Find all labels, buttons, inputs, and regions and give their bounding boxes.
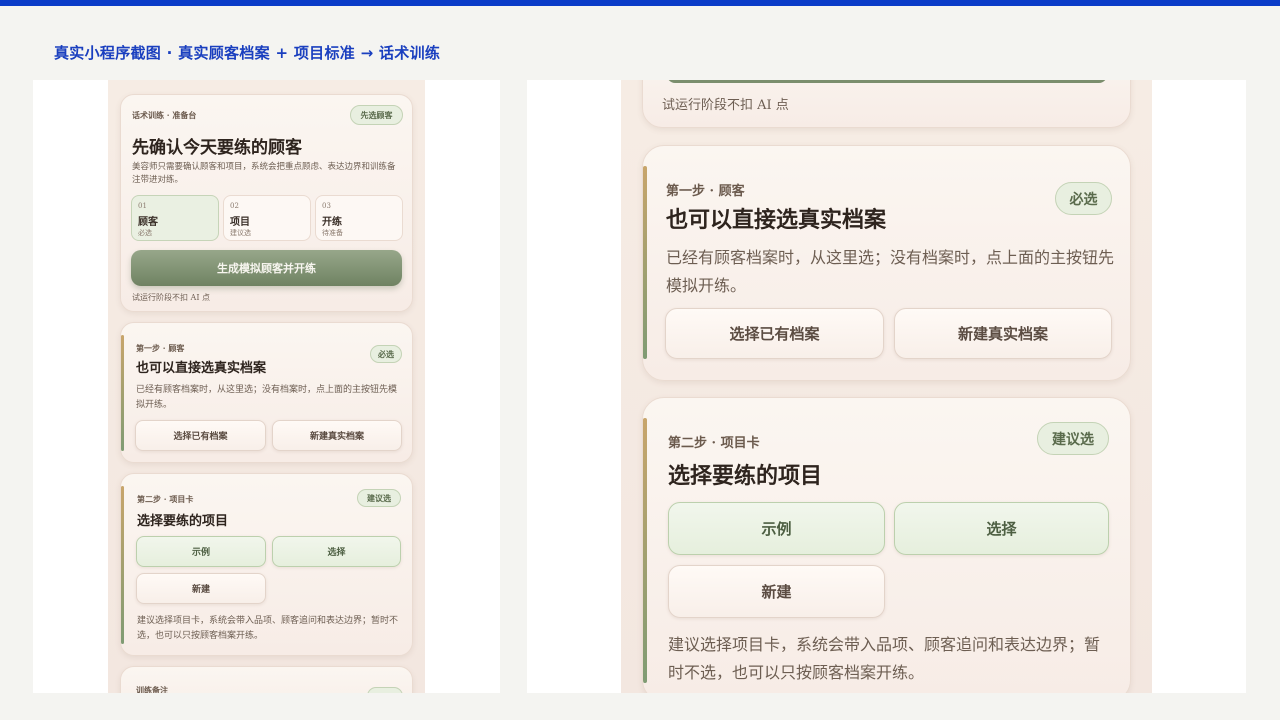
new-project-button[interactable]: 新建	[668, 565, 885, 618]
card-title: 也可以直接选真实档案	[136, 361, 267, 376]
left-screenshot-panel: 话术训练 · 准备台 先选顾客 先确认今天要练的顾客 美容师只需要确认顾客和项目…	[33, 80, 500, 693]
step-status: 必选	[138, 229, 152, 237]
top-accent-bar	[0, 0, 1280, 6]
card-description: 已经有顾客档案时，从这里选；没有档案时，点上面的主按钮先模拟开练。	[666, 248, 1115, 295]
create-real-profile-button[interactable]: 新建真实档案	[894, 308, 1112, 359]
hero-eyebrow: 话术训练 · 准备台	[132, 110, 197, 120]
step-label: 开练	[322, 217, 342, 228]
trial-note: 试运行阶段不扣 AI 点	[132, 293, 211, 302]
card-accent-bar	[121, 486, 124, 644]
step2-project-card: 第二步 · 项目卡 建议选 选择要练的项目 示例 选择 新建 建议选择项目卡，系…	[642, 397, 1131, 693]
step-label: 项目	[230, 217, 250, 228]
example-project-button[interactable]: 示例	[136, 536, 266, 567]
generate-and-start-button[interactable]: 生成模拟顾客并开练	[131, 250, 402, 286]
step-number: 01	[138, 202, 147, 210]
select-existing-profile-button[interactable]: 选择已有档案	[665, 308, 884, 359]
new-project-button[interactable]: 新建	[136, 573, 266, 604]
page-heading: 真实小程序截图 · 真实顾客档案 + 项目标准 → 话术训练	[54, 44, 441, 62]
card-eyebrow: 第二步 · 项目卡	[137, 494, 194, 504]
card-description: 建议选择项目卡，系统会带入品项、顾客追问和表达边界；暂时不选，也可以只按顾客档案…	[668, 635, 1101, 682]
card-description: 建议选择项目卡，系统会带入品项、顾客追问和表达边界；暂时不选，也可以只按顾客档案…	[137, 616, 399, 641]
step-number: 03	[322, 202, 331, 210]
trial-note: 试运行阶段不扣 AI 点	[662, 98, 789, 113]
step-status: 待准备	[322, 229, 343, 237]
card-title: 也可以直接选真实档案	[666, 207, 887, 233]
suggested-pill: 建议选	[357, 489, 401, 507]
hero-title: 先确认今天要练的顾客	[132, 138, 302, 158]
required-pill: 必选	[370, 345, 402, 363]
card-eyebrow: 训练备注	[136, 685, 168, 693]
step-project[interactable]: 02 项目 建议选	[223, 195, 311, 241]
step-customer[interactable]: 01 顾客 必选	[131, 195, 219, 241]
hero-card-bottom: 试运行阶段不扣 AI 点	[642, 80, 1131, 128]
phone-screen-left: 话术训练 · 准备台 先选顾客 先确认今天要练的顾客 美容师只需要确认顾客和项目…	[108, 80, 425, 693]
card-description: 已经有顾客档案时，从这里选；没有档案时，点上面的主按钮先模拟开练。	[136, 385, 398, 410]
card-accent-bar	[643, 166, 647, 359]
training-notes-card: 训练备注	[120, 666, 413, 693]
step2-project-card: 第二步 · 项目卡 建议选 选择要练的项目 示例 选择 新建 建议选择项目卡，系…	[120, 473, 413, 656]
primary-button-edge	[667, 80, 1107, 83]
step1-customer-card: 第一步 · 顾客 必选 也可以直接选真实档案 已经有顾客档案时，从这里选；没有档…	[642, 145, 1131, 381]
step-label: 顾客	[138, 217, 158, 228]
select-project-button[interactable]: 选择	[272, 536, 401, 567]
example-project-button[interactable]: 示例	[668, 502, 885, 555]
step-number: 02	[230, 202, 239, 210]
notes-pill	[367, 687, 403, 693]
required-pill: 必选	[1055, 182, 1112, 215]
card-eyebrow: 第一步 · 顾客	[136, 343, 185, 353]
phone-screen-zoomed: 试运行阶段不扣 AI 点 第一步 · 顾客 必选 也可以直接选真实档案 已经有顾…	[621, 80, 1152, 693]
hero-pill[interactable]: 先选顾客	[350, 105, 403, 125]
right-zoomed-panel: 试运行阶段不扣 AI 点 第一步 · 顾客 必选 也可以直接选真实档案 已经有顾…	[527, 80, 1246, 693]
suggested-pill: 建议选	[1037, 422, 1109, 455]
card-accent-bar	[121, 335, 124, 451]
card-eyebrow: 第二步 · 项目卡	[668, 436, 760, 451]
step-start[interactable]: 03 开练 待准备	[315, 195, 403, 241]
card-accent-bar	[643, 418, 647, 683]
card-title: 选择要练的项目	[668, 463, 823, 489]
hero-card: 话术训练 · 准备台 先选顾客 先确认今天要练的顾客 美容师只需要确认顾客和项目…	[120, 94, 413, 312]
card-title: 选择要练的项目	[137, 514, 229, 529]
select-project-button[interactable]: 选择	[894, 502, 1109, 555]
create-real-profile-button[interactable]: 新建真实档案	[272, 420, 402, 451]
step-status: 建议选	[230, 229, 251, 237]
card-eyebrow: 第一步 · 顾客	[666, 184, 745, 199]
step1-customer-card: 第一步 · 顾客 必选 也可以直接选真实档案 已经有顾客档案时，从这里选；没有档…	[120, 322, 413, 463]
select-existing-profile-button[interactable]: 选择已有档案	[135, 420, 266, 451]
hero-description: 美容师只需要确认顾客和项目，系统会把重点顾虑、表达边界和训练备注带进对练。	[132, 162, 396, 185]
